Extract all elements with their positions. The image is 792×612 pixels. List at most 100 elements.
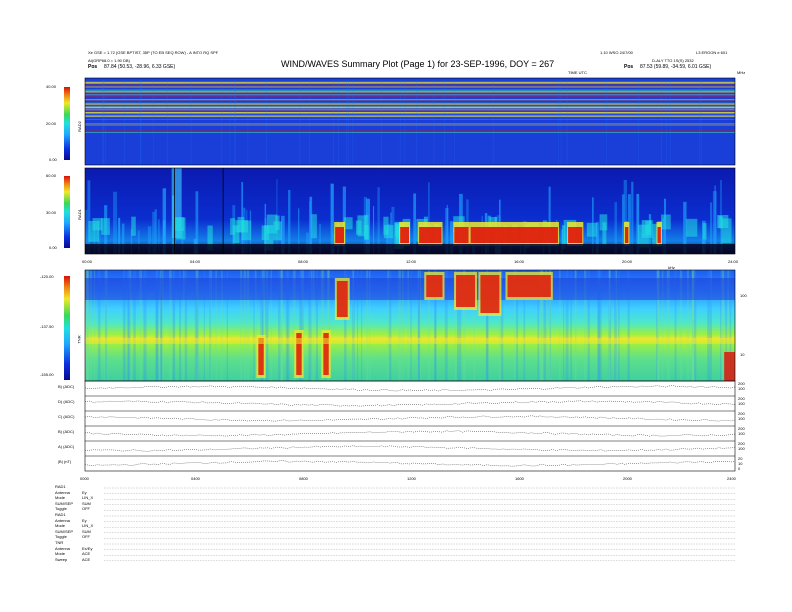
mode-value: Ey bbox=[82, 517, 87, 523]
rad1-xtick: 04:00 bbox=[190, 259, 201, 264]
tnr-burst bbox=[456, 275, 475, 307]
mode-value: ACE bbox=[82, 551, 91, 557]
tnr-band bbox=[85, 278, 735, 300]
mode-key: Toggle bbox=[55, 506, 67, 512]
mode-key: SUM/SEP bbox=[55, 500, 74, 506]
tnr-right-tick: 10 bbox=[740, 352, 745, 357]
rad1-patch bbox=[131, 216, 136, 236]
rad1-burst bbox=[454, 227, 469, 243]
rad1-patch bbox=[721, 218, 732, 244]
rad1-patch bbox=[92, 218, 103, 231]
bottom-xtick: 2000 bbox=[623, 476, 632, 481]
rad1-patch bbox=[343, 217, 353, 230]
rad1-patch bbox=[355, 220, 362, 235]
rad2-colorbar bbox=[64, 87, 70, 160]
rad1-patch bbox=[174, 217, 185, 231]
tnr-label: TNR bbox=[76, 335, 82, 344]
rad1-ytick-bot: 0.00 bbox=[49, 245, 57, 250]
rad1-patch bbox=[686, 218, 698, 237]
mode-key: Antenna bbox=[55, 545, 70, 551]
mode-key: TNR bbox=[55, 540, 64, 545]
tnr-burst bbox=[336, 281, 348, 317]
rad1-burst bbox=[335, 227, 344, 243]
bottom-xtick: 0400 bbox=[191, 476, 200, 481]
mode-key: Sweep bbox=[55, 556, 68, 562]
mode-key: Antenna bbox=[55, 517, 70, 523]
mode-key: RAD1 bbox=[55, 512, 66, 517]
rad2-label: RAD2 bbox=[76, 121, 82, 132]
rad1-patch bbox=[235, 220, 249, 233]
rad1-patch bbox=[661, 214, 671, 230]
rad1-xtick: 00:00 bbox=[82, 259, 93, 264]
lineplot-right-tick: 100 bbox=[738, 431, 745, 436]
rad1-floor bbox=[85, 244, 735, 254]
rad1-xtick: 24:00 bbox=[728, 259, 739, 264]
rad1-ytick-top: 60.00 bbox=[46, 173, 57, 178]
rad1-patch bbox=[230, 218, 236, 235]
rad1-patch bbox=[383, 225, 394, 239]
lineplot-label: B) (ADC) bbox=[58, 384, 75, 389]
rad1-burst bbox=[419, 227, 442, 243]
mode-key: Toggle bbox=[55, 534, 67, 540]
lineplot-right-tick: 100 bbox=[738, 401, 745, 406]
rad2-ytick-mid: 20.00 bbox=[46, 121, 57, 126]
rad1-burst bbox=[400, 227, 409, 243]
mode-key: Mode bbox=[55, 551, 66, 557]
mode-value: ACE bbox=[82, 556, 91, 562]
rad1-label: RAD1 bbox=[76, 209, 82, 220]
rad1-burst bbox=[568, 227, 583, 243]
lineplot-label: D) (ADC) bbox=[58, 399, 75, 404]
mode-value: SUM bbox=[82, 528, 91, 534]
tnr-line bbox=[85, 338, 735, 344]
tnr-unit: kHz bbox=[668, 265, 675, 270]
tnr-ytick-bot: -155.00 bbox=[40, 372, 54, 377]
lineplot-right-tick: 100 bbox=[738, 416, 745, 421]
bottom-xtick: 2400 bbox=[727, 476, 736, 481]
tnr-burst bbox=[426, 275, 443, 297]
mode-key: RAD1 bbox=[55, 484, 66, 489]
rad1-patch bbox=[599, 214, 608, 231]
bottom-xtick: 0000 bbox=[80, 476, 89, 481]
rad1-ytick-mid: 30.00 bbox=[46, 210, 57, 215]
tnr-ytick-mid: -137.50 bbox=[40, 324, 54, 329]
mode-value: OFF bbox=[82, 506, 90, 512]
lineplot-trace bbox=[84, 460, 736, 467]
lineplot-right-tick: 100 bbox=[738, 386, 745, 391]
rad1-patch bbox=[364, 214, 369, 240]
bottom-xtick: 0800 bbox=[299, 476, 308, 481]
lineplot-label: B) (ADC) bbox=[58, 429, 75, 434]
lineplot-trace bbox=[84, 430, 736, 437]
rad1-burst bbox=[470, 227, 558, 243]
lineplot-trace bbox=[84, 400, 736, 407]
lineplot-right-tick: 0 bbox=[738, 466, 741, 471]
rad2-ytick-bot: 0.00 bbox=[49, 157, 57, 162]
tnr-ytick-top: -120.00 bbox=[40, 274, 54, 279]
mode-key: Antenna bbox=[55, 489, 70, 495]
tnr-colorbar bbox=[64, 276, 70, 380]
tnr-burst bbox=[507, 275, 551, 297]
rad1-patch bbox=[261, 225, 270, 241]
rad1-xtick: 08:00 bbox=[298, 259, 309, 264]
rad1-patch bbox=[702, 223, 707, 240]
rad1-patch bbox=[586, 222, 597, 237]
mode-value: LIN_X bbox=[82, 495, 94, 501]
lineplot-label: C) (ADC) bbox=[58, 414, 75, 419]
rad1-xtick: 20:00 bbox=[622, 259, 633, 264]
summary-plot bbox=[64, 77, 736, 561]
tnr-burst bbox=[724, 352, 735, 381]
rad1-xtick: 16:00 bbox=[514, 259, 525, 264]
tnr-right-tick: 100 bbox=[740, 293, 747, 298]
lineplot-label: |B| (nT) bbox=[58, 459, 72, 464]
mode-value: Ex/Ey bbox=[82, 545, 93, 551]
rad1-streak bbox=[714, 185, 716, 254]
lineplot-trace bbox=[84, 445, 736, 452]
lineplot-label: A) (ADC) bbox=[58, 444, 75, 449]
mode-table-lines bbox=[104, 487, 735, 561]
lineplot-trace bbox=[84, 385, 736, 392]
rad1-patch bbox=[311, 214, 317, 239]
rad1-streak bbox=[631, 181, 634, 254]
lineplot-trace bbox=[84, 415, 736, 422]
mode-value: LIN_X bbox=[82, 523, 94, 529]
rad1-xtick: 12:00 bbox=[406, 259, 417, 264]
tnr-burst bbox=[480, 275, 500, 313]
